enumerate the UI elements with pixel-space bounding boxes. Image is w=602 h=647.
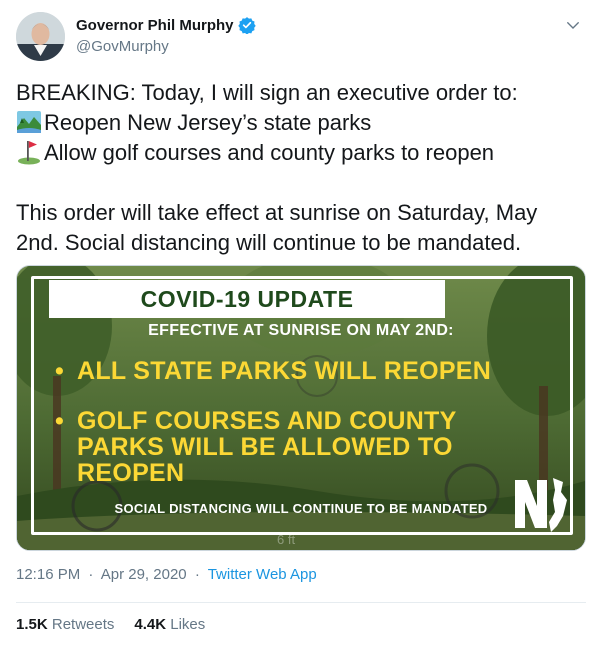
national-park-icon [17, 111, 41, 133]
retweets-stat[interactable]: 1.5K Retweets [16, 616, 114, 633]
likes-stat[interactable]: 4.4K Likes [134, 616, 205, 633]
stats-divider [16, 602, 586, 603]
likes-count: 4.4K [134, 616, 167, 633]
tweet-media-image[interactable]: 6 ft COVID-19 UPDATE EFFECTIVE AT SUNRIS… [16, 265, 586, 551]
social-distancing-note: SOCIAL DISTANCING WILL CONTINUE TO BE MA… [114, 501, 488, 516]
golf-flag-icon [18, 141, 40, 165]
retweets-count: 1.5K [16, 616, 48, 633]
banner-title: COVID-19 UPDATE [140, 285, 354, 312]
meta-separator: · [88, 566, 94, 583]
tweet-source-link[interactable]: Twitter Web App [208, 566, 317, 583]
verified-badge-icon [237, 17, 256, 34]
covid-update-banner: COVID-19 UPDATE [49, 280, 445, 318]
tweet-line: BREAKING: Today, I will sign an executiv… [16, 80, 518, 105]
tweet-meta: 12:16 PM · Apr 29, 2020 · Twitter Web Ap… [16, 566, 317, 583]
bullet-dot: • [55, 407, 65, 435]
tweet-line-parks-text: Reopen New Jersey’s state parks [44, 110, 372, 135]
retweets-label: Retweets [51, 616, 115, 633]
bullet-dot: • [55, 357, 65, 385]
nj-state-logo [515, 478, 567, 532]
bullet-golf-line1: GOLF COURSES AND COUNTY [77, 407, 457, 435]
author-block: Governor Phil Murphy @GovMurphy [76, 15, 256, 55]
bullet-golf-line3: REOPEN [77, 459, 185, 487]
meta-separator: · [194, 566, 200, 583]
effective-date-text: EFFECTIVE AT SUNRISE ON MAY 2ND: [148, 322, 454, 339]
likes-label: Likes [170, 616, 206, 633]
bullet-golf-county: • GOLF COURSES AND COUNTY PARKS WILL BE … [55, 408, 495, 486]
author-avatar[interactable] [16, 12, 65, 61]
bullet-golf-county-text: GOLF COURSES AND COUNTY PARKS WILL BE AL… [77, 408, 457, 486]
bullet-state-parks: • ALL STATE PARKS WILL REOPEN [55, 358, 575, 384]
author-display-name[interactable]: Governor Phil Murphy [76, 17, 234, 34]
chevron-down-icon[interactable] [564, 16, 582, 34]
avatar-photo [16, 12, 65, 61]
tweet-date[interactable]: Apr 29, 2020 [101, 566, 187, 583]
tweet-time[interactable]: 12:16 PM [16, 566, 80, 583]
tweet-stats: 1.5K Retweets 4.4K Likes [16, 616, 225, 633]
tweet: Governor Phil Murphy @GovMurphy BREAKING… [0, 0, 602, 647]
tweet-line: 2nd. Social distancing will continue to … [16, 230, 522, 255]
tweet-line: This order will take effect at sunrise o… [16, 200, 538, 225]
author-handle[interactable]: @GovMurphy [76, 38, 256, 55]
bullet-golf-line2: PARKS WILL BE ALLOWED TO [77, 433, 453, 461]
tweet-line-golf: Allow golf courses and county parks to r… [16, 138, 586, 168]
tweet-text: BREAKING: Today, I will sign an executiv… [16, 78, 586, 258]
tweet-line-parks: Reopen New Jersey’s state parks [16, 108, 586, 138]
tweet-line-golf-text: Allow golf courses and county parks to r… [44, 140, 495, 165]
bullet-state-parks-text: ALL STATE PARKS WILL REOPEN [77, 357, 492, 385]
